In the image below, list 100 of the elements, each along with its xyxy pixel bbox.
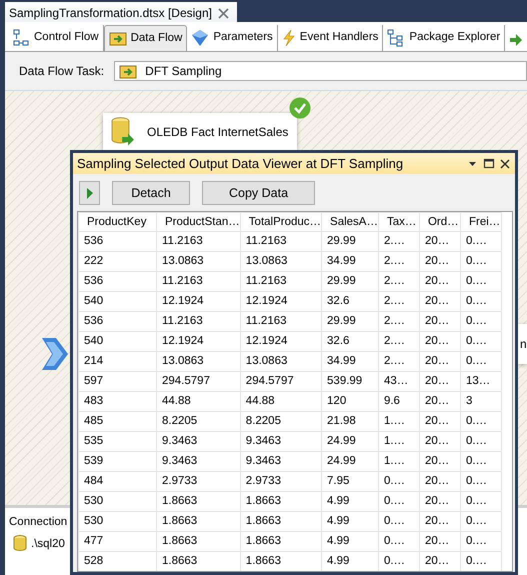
table-cell: 13.0863	[240, 252, 322, 272]
table-cell: 8.2205	[156, 412, 240, 432]
play-icon	[86, 187, 94, 199]
table-cell: 535	[78, 432, 156, 452]
play-button[interactable]	[79, 181, 100, 205]
table-cell: 294.5797	[156, 372, 240, 392]
table-cell: 11.2163	[156, 272, 240, 292]
table-cell: 1.8663	[156, 492, 240, 512]
table-cell: 12.1924	[156, 292, 240, 312]
column-header[interactable]: ProductKey	[78, 212, 156, 232]
table-cell: 20…	[419, 352, 460, 372]
table-cell: 530	[78, 492, 156, 512]
table-cell: 1.…	[378, 432, 420, 452]
designer-tab[interactable]: Parameters	[187, 25, 278, 51]
flow-diagram-icon	[12, 29, 30, 47]
table-cell: 294.5797	[240, 372, 322, 392]
table-cell: 536	[78, 312, 156, 332]
connection-item[interactable]: .\sql20	[13, 535, 65, 554]
table-cell: 13.0863	[240, 352, 322, 372]
panel-title: Connection	[9, 515, 68, 530]
table-cell: 29.99	[322, 272, 378, 292]
toolbar-button[interactable]: Detach	[112, 181, 190, 205]
table-cell: 2.9733	[240, 472, 322, 492]
table-cell: 540	[78, 292, 156, 312]
table-cell: 222	[78, 252, 156, 272]
column-header[interactable]: TotalProduc…	[240, 212, 322, 232]
table-cell: 0.…	[378, 532, 420, 552]
source-component[interactable]: OLEDB Fact InternetSales	[103, 113, 297, 150]
column-header[interactable]: SalesA…	[322, 212, 378, 232]
table-cell: 20…	[419, 512, 460, 532]
tree-icon	[387, 29, 406, 47]
table-cell: 13.0863	[156, 352, 240, 372]
maximize-icon[interactable]	[483, 158, 495, 170]
table-cell: 4.99	[322, 512, 378, 532]
table-cell: 0.…	[460, 412, 502, 432]
table-cell: 7.95	[322, 472, 378, 492]
table-cell: 20…	[419, 232, 460, 252]
designer-tab[interactable]: Control Flow	[8, 25, 104, 51]
column-header[interactable]: Tax…	[378, 212, 420, 232]
table-cell: 29.99	[322, 232, 378, 252]
table-cell: 540	[78, 332, 156, 352]
table-cell: 0.…	[460, 272, 502, 292]
column-header[interactable]: ProductStan…	[156, 212, 240, 232]
column-header[interactable]: Ord…	[419, 212, 460, 232]
designer-tab[interactable]: Event Handlers	[278, 25, 384, 51]
table-cell: 2.…	[378, 252, 420, 272]
table-cell: 4.99	[322, 532, 378, 552]
arrow-icon	[509, 33, 524, 47]
table-cell: 9.3463	[240, 432, 322, 452]
designer-tab[interactable]: Data Flow	[104, 25, 188, 51]
close-icon[interactable]	[499, 158, 511, 170]
table-cell: 0.…	[460, 312, 502, 332]
table-cell: 9.3463	[156, 432, 240, 452]
table-cell: 8.2205	[240, 412, 322, 432]
task-dropdown[interactable]: DFT Sampling	[114, 61, 527, 81]
table-cell: 34.99	[322, 352, 378, 372]
table-cell: 12.1924	[240, 292, 322, 312]
table-cell: 0.…	[460, 532, 502, 552]
table-cell: 530	[78, 512, 156, 532]
database-icon	[111, 116, 135, 148]
field-label: Data Flow Task:	[19, 63, 104, 80]
table-cell: 528	[78, 552, 156, 571]
table-cell: 12.1924	[156, 332, 240, 352]
table-cell: 9.6	[378, 392, 420, 412]
table-cell: 2.…	[378, 272, 420, 292]
table-cell: 1.8663	[240, 512, 322, 532]
table-cell: 9.3463	[240, 452, 322, 472]
table-cell: 20…	[419, 392, 460, 412]
designer-tab[interactable]: Package Explorer	[383, 25, 506, 51]
table-cell: 0.…	[378, 512, 420, 532]
table-cell: 20…	[419, 272, 460, 292]
table-cell: 483	[78, 392, 156, 412]
table-cell: 0.…	[460, 332, 502, 352]
table-cell: 34.99	[322, 252, 378, 272]
table-cell: 0.…	[378, 492, 420, 512]
table-cell: 0.…	[460, 432, 502, 452]
table-cell: 20…	[419, 492, 460, 512]
table-cell: 4.99	[322, 492, 378, 512]
table-cell: 32.6	[322, 292, 378, 312]
table-cell: 24.99	[322, 432, 378, 452]
table-cell: 2.9733	[156, 472, 240, 492]
table-cell: 2.…	[378, 352, 420, 372]
table-cell: 214	[78, 352, 156, 372]
table-cell: 20…	[419, 412, 460, 432]
table-cell: 32.6	[322, 332, 378, 352]
table-cell: 24.99	[322, 452, 378, 472]
table-cell: 2.…	[378, 232, 420, 252]
lightning-icon	[282, 29, 296, 47]
database-icon	[13, 535, 27, 554]
column-header[interactable]: Frei…	[460, 212, 502, 232]
table-cell: 597	[78, 372, 156, 392]
table-cell: 3	[460, 392, 502, 412]
toolbar-button[interactable]: Copy Data	[202, 181, 315, 205]
table-cell: 44.88	[240, 392, 322, 412]
table-cell: 13.0863	[156, 252, 240, 272]
table-cell: 485	[78, 412, 156, 432]
table-cell: 20…	[419, 312, 460, 332]
table-cell: 11.2163	[240, 232, 322, 252]
table-cell: 536	[78, 232, 156, 252]
table-cell: 1.8663	[156, 532, 240, 552]
